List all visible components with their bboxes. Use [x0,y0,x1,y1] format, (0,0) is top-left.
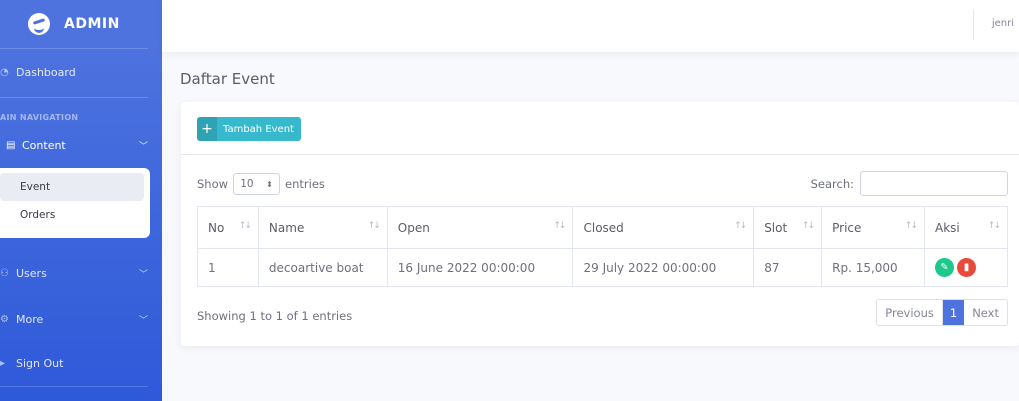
show-label: Show [197,177,229,191]
sidebar-item-label: More [16,313,44,326]
column-label: Price [832,220,862,235]
laugh-wink-icon [28,13,50,35]
cell-actions: ✎ ▮ [924,248,1008,287]
sidebar-item-label: Content [22,139,66,152]
page-title: Daftar Event [180,70,275,88]
length-control: Show 10 ⬍ entries [197,173,325,195]
column-header-no[interactable]: No ↑↓ [197,206,259,249]
trash-icon[interactable]: ▮ [957,258,976,277]
card-header: + Tambah Event [181,102,1019,155]
column-header-open[interactable]: Open ↑↓ [386,206,574,249]
pagination-page-1[interactable]: 1 [942,300,965,325]
content-icon: ▤ [6,140,16,151]
sort-icon: ↑↓ [987,221,1001,231]
sidebar-heading: AIN NAVIGATION [0,113,79,122]
sidebar-divider [0,48,148,49]
sidebar-divider [0,386,148,387]
brand-text: ADMIN [64,16,120,32]
gear-icon: ⚙ [0,314,9,325]
sort-icon: ↑↓ [238,221,252,231]
pagination-next[interactable]: Next [964,300,1007,325]
sign-out-icon: ▸ [0,358,6,369]
column-label: Name [268,220,305,235]
cell-closed: 29 July 2022 00:00:00 [572,248,755,287]
cell-name: decoartive boat [257,248,388,287]
column-label: No [208,220,225,235]
sort-icon: ↑↓ [553,221,566,231]
column-header-aksi[interactable]: Aksi ↑↓ [924,206,1008,249]
sidebar-item-sign-out[interactable]: ▸ Sign Out [0,357,162,370]
search-label: Search: [810,176,854,191]
entries-select[interactable]: 10 ⬍ [233,173,281,195]
column-header-name[interactable]: Name ↑↓ [257,206,388,249]
submenu-item-event[interactable]: Event [0,173,144,201]
chevron-down-icon: ﹀ [138,316,148,326]
add-event-label: Tambah Event [223,123,294,135]
sidebar-item-label: Users [16,267,47,280]
column-label: Aksi [935,220,960,235]
sidebar-item-label: Sign Out [16,357,64,370]
pagination: Previous 1 Next [876,299,1008,326]
table-header-row: No ↑↓ Name ↑↓ Open ↑↓ Closed ↑↓ Slot ↑↓ Price… [197,206,1008,249]
pagination-previous[interactable]: Previous [877,300,943,325]
sidebar-divider [0,97,148,98]
entries-label: entries [285,177,325,191]
content-submenu: Event Orders [0,168,150,238]
entries-value: 10 [240,178,254,190]
plus-icon: + [197,117,217,141]
users-icon: ⚇ [0,268,9,279]
table-info: Showing 1 to 1 of 1 entries [197,309,353,323]
search-control: Search: [811,171,1008,196]
add-event-button[interactable]: + Tambah Event [197,117,301,141]
column-header-price[interactable]: Price ↑↓ [821,206,925,249]
sidebar-brand[interactable]: ADMIN [0,0,162,48]
column-label: Closed [583,220,624,235]
sidebar-item-more[interactable]: ⚙ More ﹀ [0,313,162,326]
sidebar-item-content[interactable]: ▤ Content ﹀ [0,139,162,152]
row-actions: ✎ ▮ [935,258,976,277]
user-name[interactable]: jenri [992,18,1014,29]
sidebar-item-dashboard[interactable]: ◔ Dashboard [0,66,162,79]
sort-icon: ↑↓ [802,221,815,231]
cell-slot: 87 [753,248,823,287]
column-header-closed[interactable]: Closed ↑↓ [572,206,755,249]
cell-open: 16 June 2022 00:00:00 [386,248,574,287]
sort-icon: ↑↓ [367,221,381,231]
chevron-down-icon: ﹀ [138,142,148,152]
topbar-divider [973,10,974,40]
sidebar-item-users[interactable]: ⚇ Users ﹀ [0,267,162,280]
submenu-item-orders[interactable]: Orders [0,201,144,229]
search-input[interactable] [860,171,1008,196]
sidebar-item-label: Dashboard [16,66,76,79]
column-label: Slot [764,220,788,235]
dashboard-icon: ◔ [0,67,9,78]
cell-no: 1 [197,248,259,287]
event-card: + Tambah Event Show 10 ⬍ entries Search:… [181,102,1019,346]
sidebar: ADMIN ◔ Dashboard AIN NAVIGATION ▤ Conte… [0,0,162,401]
select-arrows-icon: ⬍ [266,179,273,189]
events-table: No ↑↓ Name ↑↓ Open ↑↓ Closed ↑↓ Slot ↑↓ Price… [197,206,1008,287]
column-header-slot[interactable]: Slot ↑↓ [753,206,823,249]
pencil-icon[interactable]: ✎ [935,258,954,277]
topbar: jenri [162,0,1019,52]
chevron-down-icon: ﹀ [138,270,148,280]
table-row: 1 decoartive boat 16 June 2022 00:00:00 … [197,248,1008,287]
column-label: Open [397,220,430,235]
sort-icon: ↑↓ [904,221,918,231]
sort-icon: ↑↓ [734,221,747,231]
cell-price: Rp. 15,000 [821,248,925,287]
